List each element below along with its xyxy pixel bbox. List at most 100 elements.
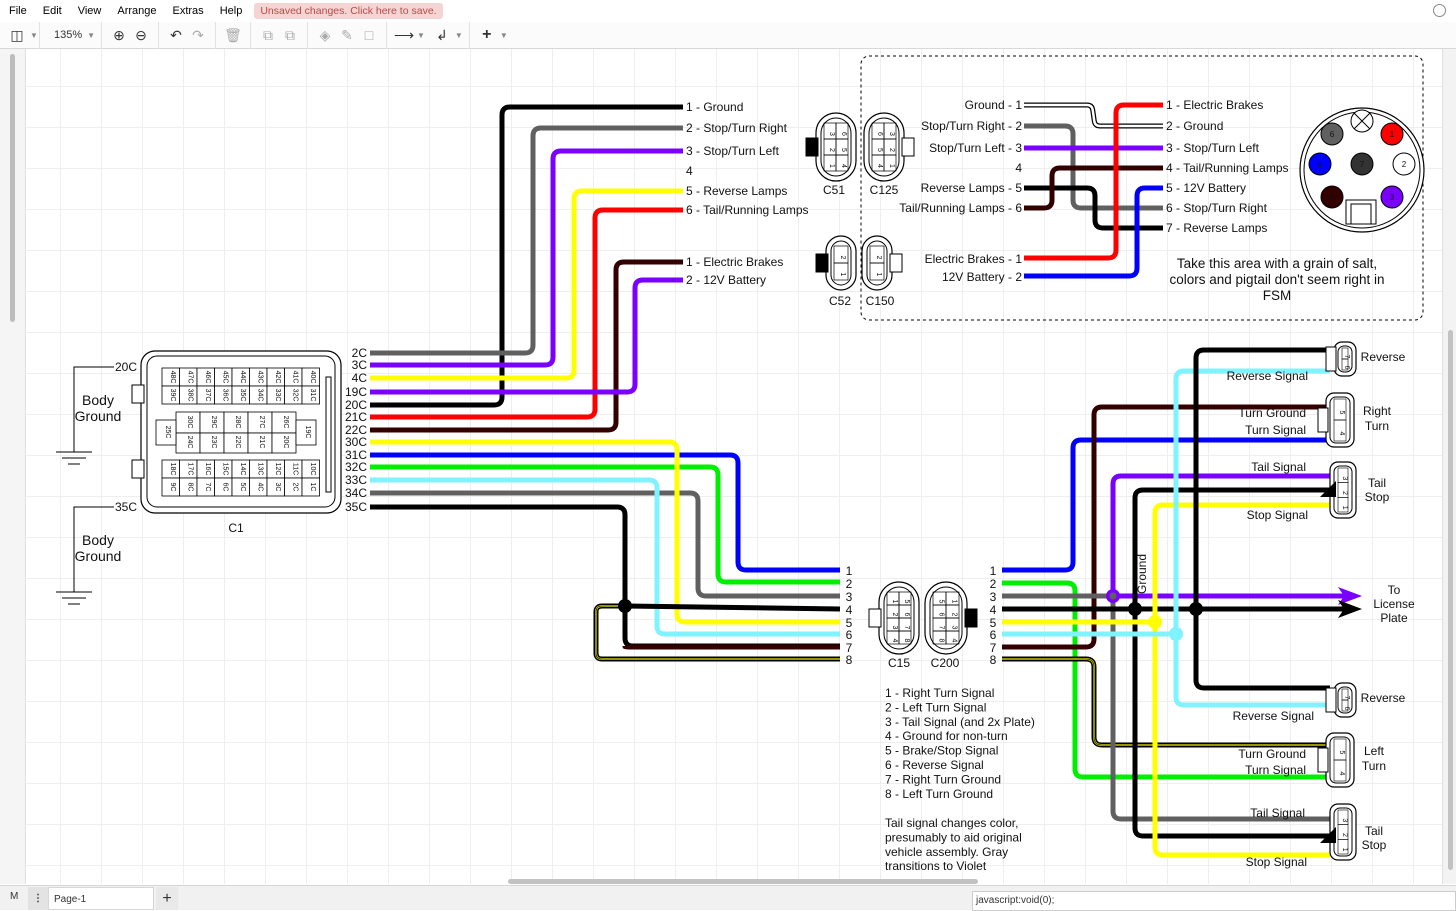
wire-32c: [370, 464, 840, 585]
to-back-icon[interactable]: ⧉: [279, 24, 301, 46]
c15-connector-pin: 3: [891, 626, 898, 630]
turn-ground-label: Turn Ground: [1238, 406, 1306, 420]
reverse-lamp-bottom-key: [1325, 687, 1337, 713]
tail-color-note: transitions to Violet: [885, 859, 987, 873]
left-turn-label: Turn: [1362, 759, 1386, 773]
c1-cell-label: 35C: [239, 389, 246, 402]
pigtail-wire-label: 4 - Tail/Running Lamps: [1166, 161, 1289, 175]
redo-icon[interactable]: ↷: [187, 24, 209, 46]
c1-cell-label: 13C: [257, 463, 264, 476]
right-turn-lamp-pin: 4: [1338, 432, 1345, 436]
c51-wire-label: 5 - Reverse Lamps: [686, 184, 787, 198]
pigtail-wire-label: 3 - Stop/Turn Left: [1166, 141, 1260, 155]
c15-title: C15: [888, 656, 910, 670]
c200-connector-pin: 3: [951, 626, 958, 630]
tail-stop-lamp-right-pin: 3: [1341, 476, 1348, 480]
delete-icon[interactable]: 🗑: [222, 24, 244, 46]
to-front-icon[interactable]: ⧉: [257, 24, 279, 46]
zoom-in-icon[interactable]: ⊕: [108, 24, 130, 46]
line-color-icon[interactable]: ✎: [336, 24, 358, 46]
pigtail-wire-label: 6 - Stop/Turn Right: [1166, 201, 1268, 215]
menu-edit[interactable]: Edit: [35, 0, 70, 22]
c51-wire-label: 6 - Tail/Running Lamps: [686, 203, 809, 217]
plug-pin-number: 3: [1390, 193, 1395, 202]
tail-stop-lamp-left-pin: 3: [1341, 818, 1348, 822]
zoom-level-select[interactable]: 135%: [46, 29, 82, 41]
tail-stop-lamp-right-pin: 2: [1341, 491, 1348, 495]
tail-stop-label: Tail: [1365, 824, 1383, 838]
tail-stop-label: Stop: [1365, 490, 1390, 504]
insert-plus-icon[interactable]: +: [476, 24, 498, 46]
c200-pin-number: 1: [990, 564, 997, 578]
page-menu-button[interactable]: ⋮: [28, 887, 48, 910]
c1-cell-label: 33C: [274, 389, 281, 402]
c1-cell-label: 21C: [258, 436, 265, 449]
c52-connector: [815, 235, 857, 291]
c1-pin-label: 32C: [345, 460, 367, 474]
body-ground-label: Ground: [75, 408, 122, 424]
c125-title: C125: [870, 183, 899, 197]
c15-pin-number: 8: [846, 653, 853, 667]
right-turn-label: Turn: [1365, 419, 1389, 433]
plug-pin-number: 4: [1330, 193, 1335, 202]
turn-signal-label: Turn Signal: [1245, 763, 1306, 777]
c200-pin-number: 4: [990, 603, 997, 617]
c52-connector-pin: 2: [839, 256, 846, 260]
c1-latch: [131, 384, 145, 404]
pigtail-wire-label: 1 - Electric Brakes: [1166, 98, 1263, 112]
c200-connector-pin: 7: [938, 626, 945, 630]
menu-arrange[interactable]: Arrange: [109, 0, 164, 22]
menu-help[interactable]: Help: [212, 0, 251, 22]
c1-cell-label: 4C: [257, 483, 264, 492]
diagram-canvas[interactable]: 48C 47C 46C 45C 44C 43C 42C 41C 40C 39C 38C 37C 36C 3…: [27, 49, 1442, 884]
language-globe-icon[interactable]: [1433, 4, 1446, 17]
c52-wire-label: 2 - 12V Battery: [686, 273, 766, 287]
stop-signal-label: Stop Signal: [1247, 508, 1308, 522]
c52-wire-label: 1 - Electric Brakes: [686, 255, 783, 269]
undo-icon[interactable]: ↶: [165, 24, 187, 46]
menu-file[interactable]: File: [0, 0, 35, 22]
c125-wire-label: 4: [1015, 161, 1022, 175]
c1-cell-label: 37C: [204, 389, 211, 402]
chevron-down-icon: ▼: [499, 30, 508, 40]
c200-connector-pin: 8: [938, 639, 945, 643]
wire-r6-reverse-bottom: [1173, 634, 1330, 708]
c150-wire-label: Electric Brakes - 1: [925, 252, 1023, 266]
c150-connector-key: [889, 253, 903, 273]
format-panel-toggle-icon[interactable]: ◫: [6, 24, 28, 46]
add-page-button[interactable]: +: [156, 887, 178, 910]
unsaved-changes-button[interactable]: Unsaved changes. Click here to save.: [254, 3, 443, 19]
page-tab[interactable]: Page-1: [48, 887, 154, 910]
zoom-out-icon[interactable]: ⊖: [130, 24, 152, 46]
plug-pin-number: 5: [1318, 160, 1323, 169]
shadow-icon[interactable]: □: [358, 24, 380, 46]
chevron-down-icon: ▼: [417, 30, 425, 40]
c15-pin-number: 4: [846, 603, 853, 617]
connection-arrow-icon[interactable]: ⟶: [393, 24, 415, 46]
license-plate-label: To: [1388, 583, 1401, 597]
menu-extras[interactable]: Extras: [165, 0, 212, 22]
footer-bar: M ⋮ Page-1 + javascript:void(0);: [0, 885, 1456, 911]
left-turn-label: Left: [1364, 744, 1385, 758]
c15-pin-number: 1: [846, 564, 853, 578]
c1-cell-label: 19C: [304, 426, 311, 439]
horizontal-scrollbar[interactable]: [508, 879, 978, 884]
vertical-scrollbar[interactable]: [1448, 330, 1453, 870]
fill-color-icon[interactable]: ◈: [314, 24, 336, 46]
left-scrollbar[interactable]: [10, 54, 15, 322]
waypoints-icon[interactable]: ↲: [431, 24, 453, 46]
c200-legend-item: 6 - Reverse Signal: [885, 758, 984, 772]
mode-indicator: M: [10, 891, 19, 902]
c1-cell-label: 42C: [274, 371, 281, 384]
left-turn-lamp-pin: 5: [1338, 751, 1345, 755]
junction-reverse: [1169, 627, 1183, 641]
stop-signal-label: Stop Signal: [1246, 855, 1307, 869]
license-plate-label: License: [1373, 597, 1415, 611]
plug-notch: [1350, 203, 1372, 225]
menu-view[interactable]: View: [70, 0, 110, 22]
junction-tail-core: [1109, 592, 1117, 600]
junction-ground-2: [1189, 602, 1203, 616]
c150-connector-pin: 1: [875, 273, 882, 277]
c200-legend-item: 2 - Left Turn Signal: [885, 700, 986, 714]
c200-connector-pin: 6: [938, 613, 945, 617]
